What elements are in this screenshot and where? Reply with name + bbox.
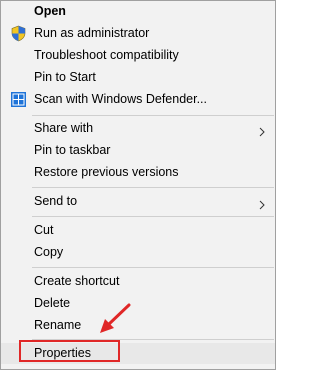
annotation-highlight-box (19, 340, 120, 362)
menu-item-label: Rename (34, 318, 82, 332)
menu-item-run-as-administrator[interactable]: Run as administrator (1, 23, 275, 44)
menu-item-label: Create shortcut (34, 274, 120, 288)
annotation-arrow-icon (96, 303, 132, 335)
menu-item-label: Delete (34, 296, 71, 310)
context-menu: Open Run as administrator Troubleshoot c… (0, 0, 276, 370)
shield-icon (10, 25, 27, 42)
menu-item-restore-previous-versions[interactable]: Restore previous versions (1, 162, 275, 183)
menu-item-label: Open (34, 4, 66, 18)
menu-item-label: Pin to taskbar (34, 143, 111, 157)
menu-item-label: Copy (34, 245, 64, 259)
menu-item-scan-with-windows-defender[interactable]: Scan with Windows Defender... (1, 89, 275, 110)
menu-separator (32, 216, 274, 217)
menu-item-pin-to-taskbar[interactable]: Pin to taskbar (1, 140, 275, 161)
windows-defender-icon (10, 91, 27, 108)
menu-item-delete[interactable]: Delete (1, 293, 275, 314)
menu-item-label: Send to (34, 194, 78, 208)
menu-item-label: Scan with Windows Defender... (34, 92, 207, 106)
menu-item-troubleshoot-compatibility[interactable]: Troubleshoot compatibility (1, 45, 275, 66)
menu-item-open[interactable]: Open (1, 1, 275, 22)
menu-item-label: Troubleshoot compatibility (34, 48, 179, 62)
menu-separator (32, 115, 274, 116)
chevron-right-icon (259, 196, 265, 210)
menu-item-copy[interactable]: Copy (1, 242, 275, 263)
menu-item-label: Cut (34, 223, 54, 237)
menu-separator (32, 267, 274, 268)
menu-item-label: Run as administrator (34, 26, 150, 40)
menu-item-create-shortcut[interactable]: Create shortcut (1, 271, 275, 292)
menu-item-label: Pin to Start (34, 70, 96, 84)
chevron-right-icon (259, 123, 265, 137)
menu-separator (32, 187, 274, 188)
menu-item-send-to[interactable]: Send to (1, 191, 275, 212)
menu-item-cut[interactable]: Cut (1, 220, 275, 241)
menu-item-label: Restore previous versions (34, 165, 179, 179)
menu-item-share-with[interactable]: Share with (1, 118, 275, 139)
menu-item-pin-to-start[interactable]: Pin to Start (1, 67, 275, 88)
menu-item-rename[interactable]: Rename (1, 315, 275, 336)
menu-item-label: Share with (34, 121, 94, 135)
